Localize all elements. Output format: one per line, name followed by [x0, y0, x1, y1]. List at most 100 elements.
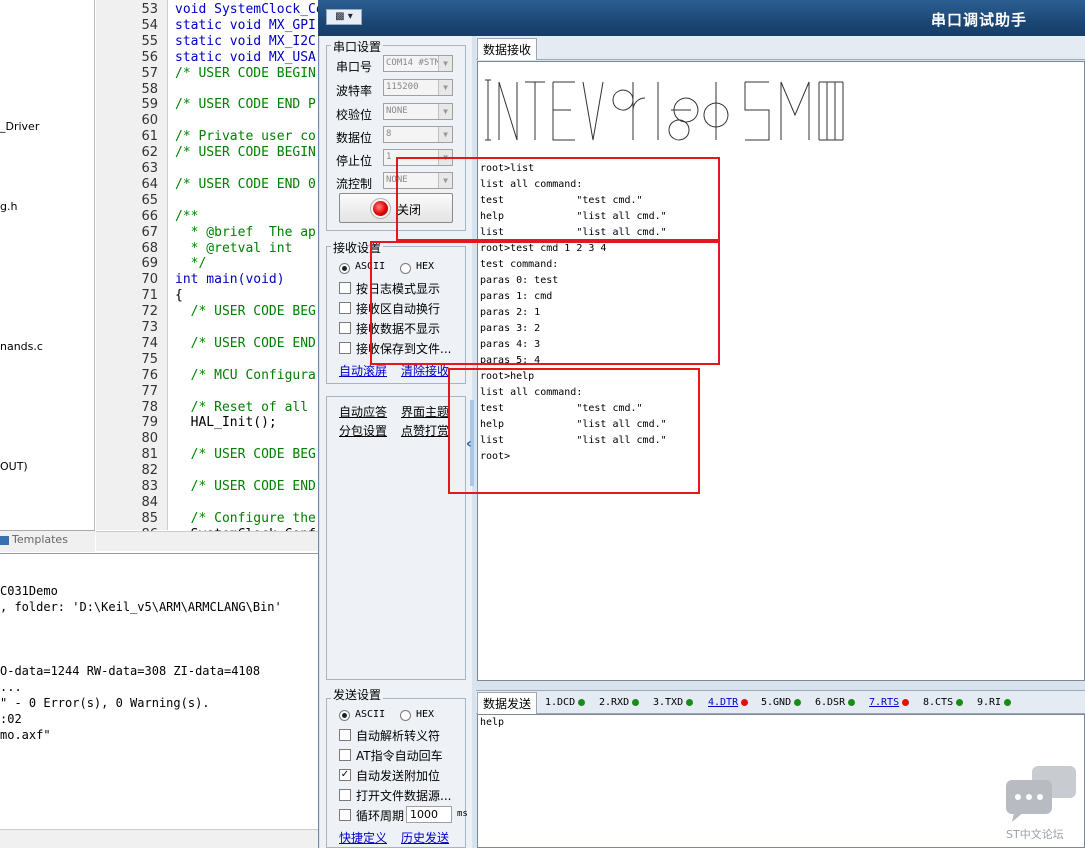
port-select[interactable]: COM14 #STM ▼ — [383, 55, 453, 72]
field-label: 停止位 — [336, 154, 373, 168]
chevron-down-icon: ▼ — [438, 80, 452, 95]
auto-scroll-link[interactable]: 自动滚屏 — [339, 362, 387, 379]
editor-horizontal-scrollbar[interactable] — [96, 531, 318, 551]
rx-hex-radio[interactable] — [400, 263, 411, 274]
rx-line: paras 1: cmd — [480, 291, 553, 302]
parity-select[interactable]: NONE ▼ — [383, 103, 453, 120]
chevron-down-icon: ▼ — [438, 173, 452, 188]
tx-text-area[interactable]: help — [477, 714, 1085, 848]
parity-value: NONE — [386, 106, 408, 116]
line-number: 65 — [141, 192, 158, 208]
line-number: 68 — [141, 240, 158, 256]
period-input[interactable]: 1000 — [406, 806, 452, 823]
forum-watermark: ST中文论坛 — [1004, 764, 1080, 844]
system-menu-button[interactable]: ▩ ▾ — [326, 9, 362, 25]
flowctrl-value: NONE — [386, 175, 408, 185]
code-line: static void MX_I2C — [175, 33, 316, 49]
ascii-art-banner — [485, 79, 844, 141]
signal-led-icon — [794, 698, 802, 706]
build-output-scrollbar[interactable] — [0, 829, 318, 848]
rx-option-checkbox[interactable] — [339, 322, 351, 334]
tree-item[interactable]: _Driver — [0, 120, 39, 133]
close-port-button[interactable]: 关闭 — [339, 193, 453, 223]
code-line: /* USER CODE END 0 — [175, 176, 316, 192]
status-led-icon — [373, 201, 388, 216]
tx-ascii-radio[interactable] — [339, 710, 350, 721]
rx-option-checkbox[interactable] — [339, 342, 351, 354]
packet-settings-link[interactable]: 分包设置 — [339, 422, 387, 439]
signal-indicator: 5.GND — [761, 697, 802, 708]
signal-led-icon — [1004, 698, 1012, 706]
tx-option-checkbox[interactable] — [339, 809, 351, 821]
stopbits-value: 1 — [386, 152, 392, 162]
line-number: 64 — [141, 176, 158, 192]
tx-option-checkbox[interactable] — [339, 789, 351, 801]
tree-item[interactable]: g.h — [0, 200, 17, 213]
stopbits-select[interactable]: 1 ▼ — [383, 149, 453, 166]
code-line: /* USER CODE BEG — [175, 304, 316, 320]
title-bar[interactable]: ▩ ▾ 串口调试助手 — [318, 0, 1085, 36]
theme-link[interactable]: 界面主题 — [401, 403, 449, 420]
rx-line: test "test cmd." — [480, 403, 643, 414]
line-number: 75 — [141, 351, 158, 367]
history-link[interactable]: 历史发送 — [401, 829, 449, 846]
rx-settings-label: 接收设置 — [331, 239, 384, 256]
signal-led-icon — [848, 698, 856, 706]
watermark-text: ST中文论坛 — [1006, 828, 1064, 841]
tab-data-receive[interactable]: 数据接收 — [477, 38, 538, 60]
rx-line: list "list all cmd." — [480, 227, 667, 238]
rx-ascii-radio[interactable] — [339, 263, 350, 274]
code-line: static void MX_GPI — [175, 17, 316, 33]
tab-templates[interactable]: Templates — [0, 533, 68, 546]
period-unit: ms — [457, 809, 468, 819]
tree-item[interactable]: OUT) — [0, 460, 28, 473]
signal-label: 4.DTR — [708, 697, 739, 708]
tx-option-label: 打开文件数据源... — [356, 789, 452, 803]
rx-text-area[interactable] — [477, 61, 1085, 681]
databits-select[interactable]: 8 ▼ — [383, 126, 453, 143]
code-line: /* USER CODE BEGIN — [175, 145, 316, 161]
build-output-line: O-data=1244 RW-data=308 ZI-data=4108 — [0, 664, 261, 678]
build-output-line: , folder: 'D:\Keil_v5\ARM\ARMCLANG\Bin' — [0, 600, 282, 614]
code-line: /** — [175, 208, 199, 224]
tree-item[interactable]: nands.c — [0, 340, 43, 353]
chevron-down-icon: ▼ — [438, 150, 452, 165]
collapse-arrow-icon[interactable]: ‹ — [466, 436, 472, 452]
line-number: 74 — [141, 335, 158, 351]
build-output: C031Demo , folder: 'D:\Keil_v5\ARM\ARMCLA… — [0, 553, 318, 828]
reward-link[interactable]: 点赞打赏 — [401, 422, 449, 439]
rx-line: test command: — [480, 259, 559, 270]
rx-line: test "test cmd." — [480, 195, 643, 206]
tx-option-checkbox[interactable] — [339, 749, 351, 761]
rx-tab-bar: 数据接收 — [476, 36, 1085, 60]
tab-data-send[interactable]: 数据发送 — [477, 692, 538, 714]
code-line: /* USER CODE END — [175, 335, 316, 351]
line-number: 55 — [141, 33, 158, 49]
window-title: 串口调试助手 — [930, 11, 1027, 29]
auto-reply-link[interactable]: 自动应答 — [339, 403, 387, 420]
shortcut-link[interactable]: 快捷定义 — [339, 829, 387, 846]
signal-indicator[interactable]: 4.DTR — [708, 697, 749, 708]
build-output-line: :02 — [0, 712, 22, 726]
line-number: 67 — [141, 224, 158, 240]
signal-label: 6.DSR — [815, 697, 846, 708]
flowctrl-select[interactable]: NONE ▼ — [383, 172, 453, 189]
build-output-line: ... — [0, 680, 22, 694]
line-number: 79 — [141, 415, 158, 431]
rx-option-checkbox[interactable] — [339, 302, 351, 314]
line-number: 80 — [141, 431, 158, 447]
line-number: 54 — [141, 17, 158, 33]
baud-select[interactable]: 115200 ▼ — [383, 79, 453, 96]
signal-indicator[interactable]: 7.RTS — [869, 697, 910, 708]
tx-option-checkbox-checked[interactable]: ✓ — [339, 769, 351, 781]
line-number: 66 — [141, 208, 158, 224]
rx-option-checkbox[interactable] — [339, 282, 351, 294]
tx-option-checkbox[interactable] — [339, 729, 351, 741]
port-value: COM14 #STM — [386, 58, 441, 68]
code-line: /* MCU Configura — [175, 367, 316, 383]
chevron-down-icon: ▼ — [438, 56, 452, 71]
clear-rx-link[interactable]: 清除接收 — [401, 362, 449, 379]
rx-line: paras 4: 3 — [480, 339, 541, 350]
tx-hex-label: HEX — [416, 709, 435, 720]
tx-hex-radio[interactable] — [400, 710, 411, 721]
